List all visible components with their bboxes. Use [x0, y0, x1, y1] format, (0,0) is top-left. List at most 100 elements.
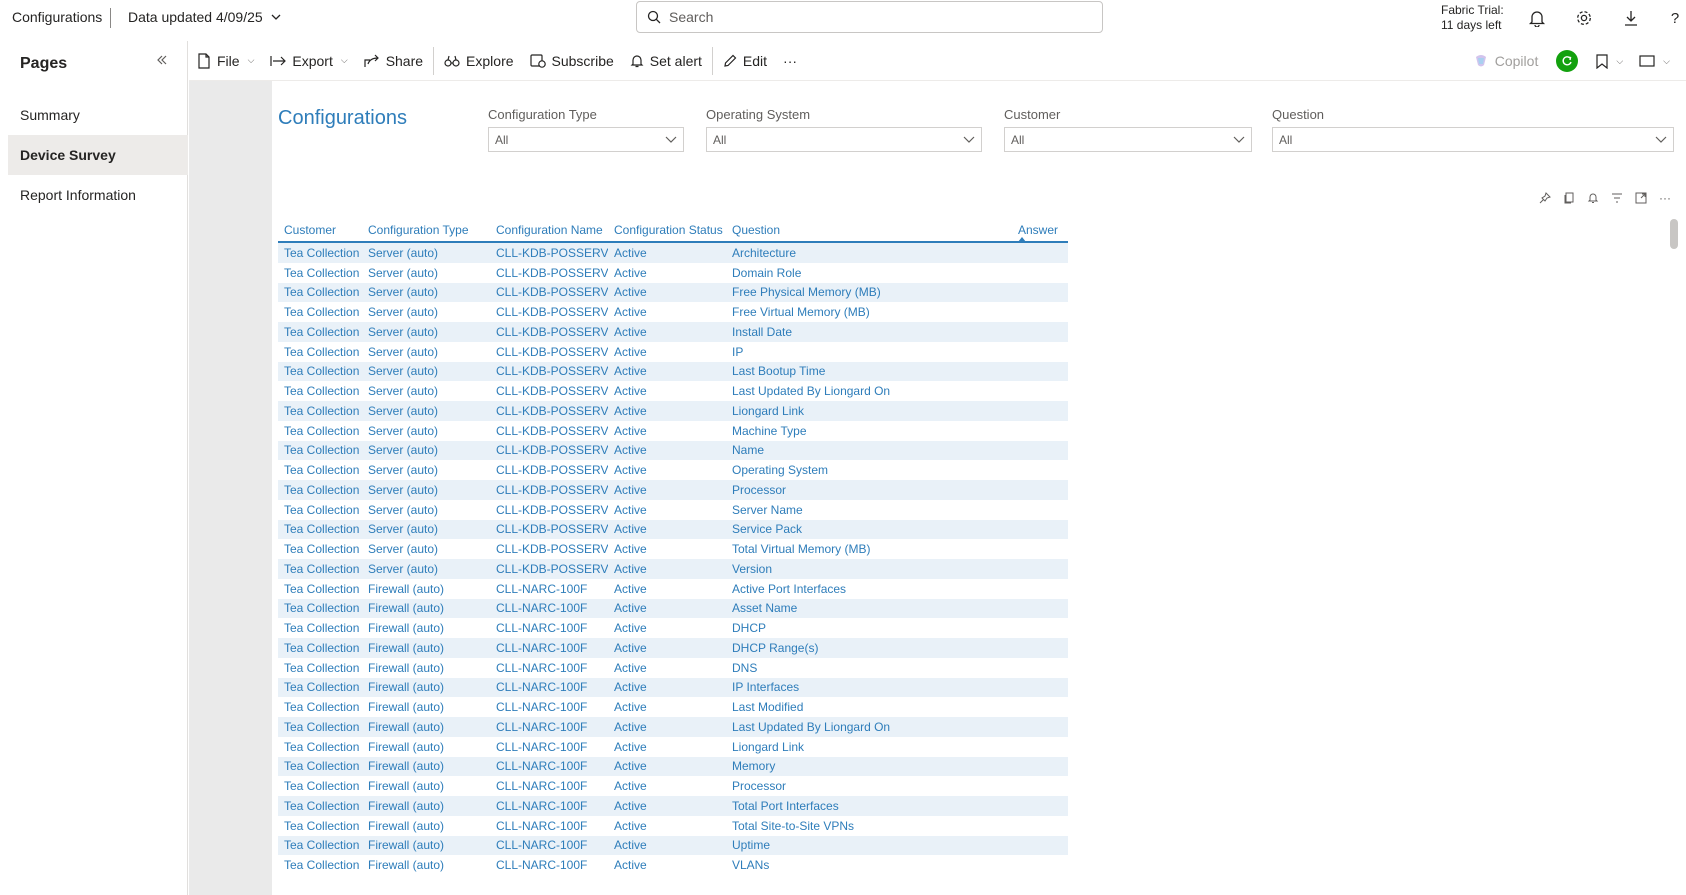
download-button[interactable] — [1620, 7, 1642, 29]
column-header[interactable]: Configuration Type — [362, 223, 490, 237]
table-row[interactable]: Tea Collection Firewall (auto) CLL-NARC-10… — [278, 816, 1068, 836]
table-cell: Firewall (auto) — [368, 700, 445, 715]
trial-status[interactable]: Fabric Trial: 11 days left — [1441, 3, 1504, 33]
table-cell: Server (auto) — [368, 245, 439, 260]
table-row[interactable]: Tea Collection Server (auto) CLL-KDB-POSSE… — [278, 263, 1068, 283]
table-row[interactable]: Tea Collection Firewall (auto) CLL-NARC-10… — [278, 796, 1068, 816]
set-alert-button[interactable]: Set alert — [622, 46, 710, 76]
table-row[interactable]: Tea Collection Server (auto) CLL-KDB-POSSE… — [278, 361, 1068, 382]
bookmark-button[interactable]: ⌵ — [1588, 46, 1631, 76]
file-menu-button[interactable]: File ⌵ — [189, 46, 262, 76]
edit-icon — [724, 54, 737, 67]
more-options-icon[interactable]: ··· — [1658, 191, 1672, 205]
table-cell: Active — [614, 601, 647, 616]
page-item-device-survey[interactable]: Device Survey — [8, 135, 188, 175]
table-cell: Firewall (auto) — [368, 818, 445, 833]
table-cell: CLL-NARC-100F — [496, 621, 588, 636]
table-cell: Tea Collection — [284, 621, 360, 636]
table-cell: Total Site-to-Site VPNs — [732, 818, 855, 833]
table-row[interactable]: Tea Collection Firewall (auto) CLL-NARC-10… — [278, 717, 1068, 737]
table-row[interactable]: Tea Collection Server (auto) CLL-KDB-POSSE… — [278, 302, 1068, 322]
refresh-avatar[interactable] — [1556, 50, 1579, 72]
page-item-summary[interactable]: Summary — [8, 95, 188, 135]
table-row[interactable]: Tea Collection Firewall (auto) CLL-NARC-10… — [278, 598, 1068, 619]
search-input[interactable] — [669, 9, 1069, 25]
column-header[interactable]: Configuration Name — [490, 223, 608, 237]
table-row[interactable]: Tea Collection Firewall (auto) CLL-NARC-10… — [278, 776, 1068, 796]
table-row[interactable]: Tea Collection Server (auto) CLL-KDB-POSSE… — [278, 243, 1068, 263]
table-cell: Last Modified — [732, 700, 804, 715]
table-cell: CLL-KDB-POSSERV — [496, 245, 608, 260]
pin-button[interactable] — [1538, 191, 1552, 205]
page-item-report-information[interactable]: Report Information — [8, 175, 188, 215]
copy-visual-button[interactable] — [1562, 191, 1576, 205]
table-cell: Active — [614, 285, 647, 300]
table-row[interactable]: Tea Collection Server (auto) CLL-KDB-POSSE… — [278, 322, 1068, 342]
share-button[interactable]: Share — [356, 46, 431, 76]
table-cell: CLL-KDB-POSSERV — [496, 443, 608, 458]
table-cell: Tea Collection — [284, 700, 360, 715]
subscribe-button[interactable]: Subscribe — [522, 46, 622, 76]
chevron-down-icon: ⌵ — [247, 55, 255, 65]
table-cell: Tea Collection — [284, 384, 360, 399]
data-updated-dropdown[interactable]: Data updated 4/09/25 — [128, 9, 281, 25]
table-row[interactable]: Tea Collection Firewall (auto) CLL-NARC-10… — [278, 638, 1068, 658]
column-header[interactable]: Customer — [278, 223, 362, 237]
view-button[interactable]: ⌵ — [1631, 46, 1678, 76]
collapse-pages-button[interactable] — [156, 53, 168, 71]
notifications-button[interactable] — [1526, 7, 1548, 29]
table-cell: Active — [614, 384, 647, 399]
report-name[interactable]: Configurations — [12, 9, 102, 25]
table-row[interactable]: Tea Collection Server (auto) CLL-KDB-POSSE… — [278, 381, 1068, 401]
table-row[interactable]: Tea Collection Firewall (auto) CLL-NARC-10… — [278, 756, 1068, 777]
table-row[interactable]: Tea Collection Firewall (auto) CLL-NARC-10… — [278, 855, 1068, 875]
table-row[interactable]: Tea Collection Server (auto) CLL-KDB-POSSE… — [278, 440, 1068, 461]
table-row[interactable]: Tea Collection Server (auto) CLL-KDB-POSSE… — [278, 539, 1068, 559]
slicer-dropdown[interactable]: All — [706, 127, 982, 152]
table-row[interactable]: Tea Collection Server (auto) CLL-KDB-POSSE… — [278, 342, 1068, 362]
explore-icon — [444, 55, 460, 67]
table-cell: Active — [614, 838, 647, 853]
alert-visual-button[interactable] — [1586, 191, 1600, 205]
table-row[interactable]: Tea Collection Server (auto) CLL-KDB-POSSE… — [278, 559, 1068, 579]
table-row[interactable]: Tea Collection Firewall (auto) CLL-NARC-10… — [278, 579, 1068, 599]
table-cell: CLL-KDB-POSSERV — [496, 542, 608, 557]
table-row[interactable]: Tea Collection Server (auto) CLL-KDB-POSSE… — [278, 282, 1068, 303]
table-cell: CLL-NARC-100F — [496, 700, 588, 715]
search-box[interactable] — [636, 1, 1103, 33]
settings-button[interactable] — [1573, 7, 1595, 29]
slicer-dropdown[interactable]: All — [1272, 127, 1674, 152]
export-menu-button[interactable]: Export ⌵ — [262, 46, 355, 76]
table-row[interactable]: Tea Collection Server (auto) CLL-KDB-POSSE… — [278, 480, 1068, 500]
table-row[interactable]: Tea Collection Server (auto) CLL-KDB-POSSE… — [278, 421, 1068, 441]
edit-button[interactable]: Edit — [715, 46, 775, 76]
table-row[interactable]: Tea Collection Firewall (auto) CLL-NARC-10… — [278, 737, 1068, 757]
column-header[interactable]: Answer — [1012, 223, 1068, 237]
table-row[interactable]: Tea Collection Server (auto) CLL-KDB-POSSE… — [278, 460, 1068, 480]
more-options-button[interactable]: ··· — [775, 46, 805, 76]
table-row[interactable]: Tea Collection Firewall (auto) CLL-NARC-10… — [278, 658, 1068, 678]
table-row[interactable]: Tea Collection Firewall (auto) CLL-NARC-10… — [278, 835, 1068, 856]
table-row[interactable]: Tea Collection Firewall (auto) CLL-NARC-10… — [278, 697, 1068, 717]
column-header[interactable]: Configuration Status — [608, 223, 726, 237]
slicer-dropdown[interactable]: All — [1004, 127, 1252, 152]
copilot-button[interactable]: Copilot — [1465, 46, 1547, 76]
table-cell: Active — [614, 463, 647, 478]
filter-button[interactable] — [1610, 191, 1624, 205]
column-header[interactable]: Question — [726, 223, 1012, 237]
table-scrollbar[interactable] — [1670, 219, 1678, 249]
slicer-label: Question — [1272, 107, 1325, 122]
table-cell: Last Updated By Liongard On — [732, 384, 891, 399]
explore-button[interactable]: Explore — [436, 46, 521, 76]
table-row[interactable]: Tea Collection Firewall (auto) CLL-NARC-10… — [278, 677, 1068, 698]
table-row[interactable]: Tea Collection Server (auto) CLL-KDB-POSSE… — [278, 500, 1068, 520]
table-row[interactable]: Tea Collection Server (auto) CLL-KDB-POSSE… — [278, 401, 1068, 421]
slicer-dropdown[interactable]: All — [488, 127, 684, 152]
help-button[interactable]: ? — [1664, 7, 1686, 29]
table-cell: Active — [614, 561, 647, 576]
focus-mode-button[interactable] — [1634, 191, 1648, 205]
table-cell: Machine Type — [732, 423, 807, 438]
table-row[interactable]: Tea Collection Server (auto) CLL-KDB-POSSE… — [278, 519, 1068, 540]
table-cell: Tea Collection — [284, 463, 360, 478]
table-row[interactable]: Tea Collection Firewall (auto) CLL-NARC-10… — [278, 618, 1068, 638]
